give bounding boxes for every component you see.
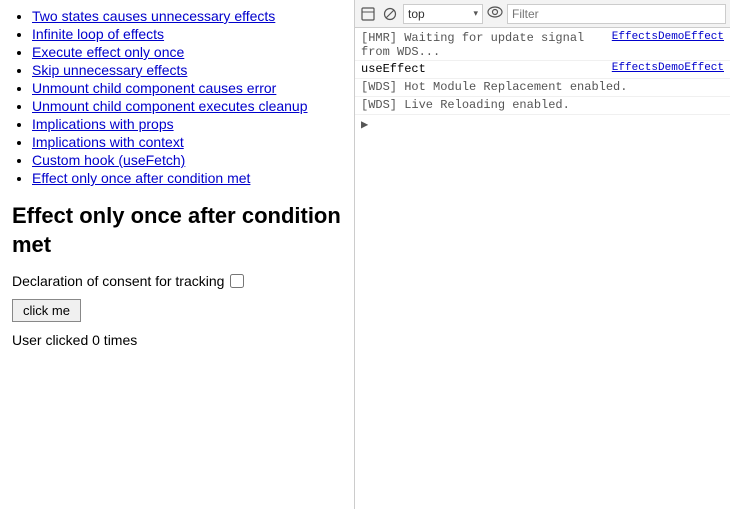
section-title: Effect only once after condition met	[12, 202, 342, 259]
left-panel: Two states causes unnecessary effects In…	[0, 0, 355, 509]
list-item: Unmount child component causes error	[32, 80, 342, 96]
nav-link-custom-hook[interactable]: Custom hook (useFetch)	[32, 152, 185, 168]
user-clicked-text: User clicked 0 times	[12, 332, 342, 348]
nav-link-skip-unnecessary[interactable]: Skip unnecessary effects	[32, 62, 187, 78]
list-item: Infinite loop of effects	[32, 26, 342, 42]
list-item: Unmount child component executes cleanup	[32, 98, 342, 114]
nav-list: Two states causes unnecessary effects In…	[12, 8, 342, 186]
nav-link-execute-once[interactable]: Execute effect only once	[32, 44, 184, 60]
nav-link-implications-props[interactable]: Implications with props	[32, 116, 174, 132]
click-me-button[interactable]: click me	[12, 299, 81, 322]
devtools-toolbar: top ▾	[355, 0, 730, 28]
console-line-useeffect: useEffect EffectsDemoEffect	[355, 61, 730, 79]
chevron-down-icon: ▾	[473, 8, 478, 19]
nav-link-two-states[interactable]: Two states causes unnecessary effects	[32, 8, 275, 24]
list-item: Skip unnecessary effects	[32, 62, 342, 78]
declaration-label: Declaration of consent for tracking	[12, 273, 224, 289]
nav-link-unmount-cleanup[interactable]: Unmount child component executes cleanup	[32, 98, 308, 114]
console-text-wds1: [WDS] Hot Module Replacement enabled.	[361, 80, 724, 94]
console-source[interactable]: EffectsDemoEffect	[612, 31, 724, 43]
console-line-wds1: [WDS] Hot Module Replacement enabled.	[355, 79, 730, 97]
console-line: [HMR] Waiting for update signal from WDS…	[355, 30, 730, 61]
expand-arrow-row[interactable]: ▶	[355, 115, 730, 134]
nav-link-infinite-loop[interactable]: Infinite loop of effects	[32, 26, 164, 42]
declaration-row: Declaration of consent for tracking	[12, 273, 342, 289]
list-item: Implications with context	[32, 134, 342, 150]
tracking-checkbox[interactable]	[230, 274, 244, 288]
list-item: Two states causes unnecessary effects	[32, 8, 342, 24]
console-output: [HMR] Waiting for update signal from WDS…	[355, 28, 730, 509]
nav-link-unmount-error[interactable]: Unmount child component causes error	[32, 80, 276, 96]
context-label: top	[408, 7, 473, 21]
context-selector[interactable]: top ▾	[403, 4, 483, 24]
console-line-wds2: [WDS] Live Reloading enabled.	[355, 97, 730, 115]
expand-arrow-icon: ▶	[361, 118, 368, 132]
console-source-useeffect[interactable]: EffectsDemoEffect	[612, 62, 724, 74]
list-item: Implications with props	[32, 116, 342, 132]
list-item: Execute effect only once	[32, 44, 342, 60]
console-text-useeffect: useEffect	[361, 62, 604, 76]
console-text-wds2: [WDS] Live Reloading enabled.	[361, 98, 724, 112]
list-item: Effect only once after condition met	[32, 170, 342, 186]
eye-icon[interactable]	[487, 6, 503, 21]
filter-input[interactable]	[507, 4, 726, 24]
cursor-icon[interactable]	[359, 5, 377, 23]
list-item: Custom hook (useFetch)	[32, 152, 342, 168]
nav-link-implications-context[interactable]: Implications with context	[32, 134, 184, 150]
right-panel: top ▾ [HMR] Waiting for update signal fr…	[355, 0, 730, 509]
block-icon[interactable]	[381, 5, 399, 23]
console-text: [HMR] Waiting for update signal from WDS…	[361, 31, 604, 59]
nav-link-effect-once-condition[interactable]: Effect only once after condition met	[32, 170, 250, 186]
